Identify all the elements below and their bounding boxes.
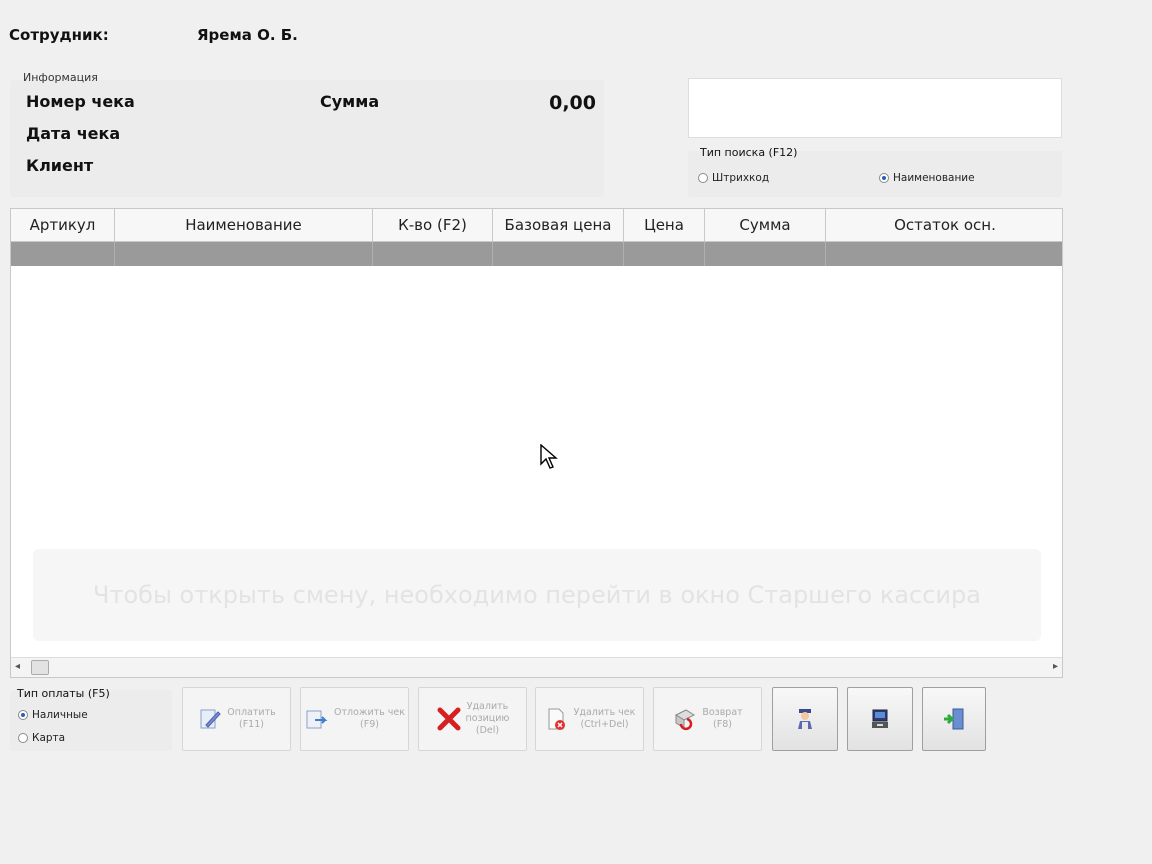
column-header-article[interactable]: Артикул	[11, 209, 115, 241]
scroll-left-icon[interactable]: ◂	[15, 661, 20, 672]
payment-card-radio[interactable]: Карта	[18, 732, 65, 744]
scroll-thumb[interactable]	[31, 660, 49, 675]
radio-label: Карта	[32, 732, 66, 744]
employee-label: Сотрудник:	[9, 26, 109, 44]
radio-label: Штрихкод	[712, 172, 770, 184]
delete-receipt-button-label: Удалить чек (Ctrl+Del)	[573, 707, 636, 730]
table-cell	[373, 242, 493, 266]
payment-cash-radio[interactable]: Наличные	[18, 709, 88, 721]
radio-label: Наличные	[32, 709, 88, 721]
table-cell	[624, 242, 705, 266]
radio-selected-icon	[879, 173, 889, 183]
column-header-stock[interactable]: Остаток осн.	[826, 209, 1062, 241]
mouse-cursor-icon	[540, 443, 560, 474]
horizontal-scrollbar[interactable]: ◂ ▸	[11, 657, 1062, 677]
table-cell	[11, 242, 115, 266]
search-type-caption: Тип поиска (F12)	[700, 146, 798, 159]
terminal-button[interactable]	[847, 687, 913, 751]
scroll-right-icon[interactable]: ▸	[1053, 661, 1058, 672]
postpone-receipt-icon	[304, 706, 330, 732]
pay-button[interactable]: Оплатить (F11)	[182, 687, 291, 751]
exit-button[interactable]	[922, 687, 986, 751]
column-header-price[interactable]: Цена	[624, 209, 705, 241]
sum-value: 0,00	[549, 92, 596, 114]
table-cell	[705, 242, 826, 266]
return-button-label: Возврат (F8)	[702, 707, 743, 730]
radio-icon	[698, 173, 708, 183]
column-header-quantity[interactable]: К-во (F2)	[373, 209, 493, 241]
column-header-sum[interactable]: Сумма	[705, 209, 826, 241]
senior-cashier-button[interactable]	[772, 687, 838, 751]
payment-type-caption: Тип оплаты (F5)	[17, 687, 110, 700]
employee-name: Ярема О. Б.	[197, 26, 298, 44]
delete-receipt-icon	[544, 706, 570, 732]
column-header-name[interactable]: Наименование	[115, 209, 373, 241]
table-cell	[493, 242, 624, 266]
info-caption: Информация	[23, 71, 98, 84]
radio-selected-icon	[18, 710, 28, 720]
pay-button-label: Оплатить (F11)	[227, 707, 276, 730]
receipt-number-label: Номер чека	[26, 92, 135, 111]
delete-position-button-label: Удалить позицию (Del)	[465, 701, 510, 736]
postpone-receipt-button[interactable]: Отложить чек (F9)	[300, 687, 409, 751]
column-header-base-price[interactable]: Базовая цена	[493, 209, 624, 241]
pen-icon	[197, 706, 223, 732]
red-x-icon	[436, 706, 462, 732]
search-input[interactable]	[688, 78, 1062, 138]
delete-receipt-button[interactable]: Удалить чек (Ctrl+Del)	[535, 687, 644, 751]
radio-label: Наименование	[893, 172, 975, 184]
postpone-receipt-button-label: Отложить чек (F9)	[334, 707, 405, 730]
receipt-date-label: Дата чека	[26, 124, 121, 143]
grid-header: Артикул Наименование К-во (F2) Базовая ц…	[11, 209, 1062, 242]
return-icon	[672, 706, 698, 732]
exit-door-icon	[941, 706, 967, 732]
search-type-name-radio[interactable]: Наименование	[879, 172, 975, 184]
table-cell	[826, 242, 1062, 266]
delete-position-button[interactable]: Удалить позицию (Del)	[418, 687, 527, 751]
receipt-items-grid[interactable]: Артикул Наименование К-во (F2) Базовая ц…	[10, 208, 1063, 678]
table-row[interactable]	[11, 242, 1062, 266]
return-button[interactable]: Возврат (F8)	[653, 687, 762, 751]
cashier-person-icon	[792, 706, 818, 732]
radio-icon	[18, 733, 28, 743]
table-cell	[115, 242, 373, 266]
shift-closed-notice: Чтобы открыть смену, необходимо перейти …	[33, 549, 1041, 641]
search-type-barcode-radio[interactable]: Штрихкод	[698, 172, 769, 184]
cash-register-icon	[867, 706, 893, 732]
client-label: Клиент	[26, 156, 94, 175]
sum-label: Сумма	[320, 92, 380, 111]
